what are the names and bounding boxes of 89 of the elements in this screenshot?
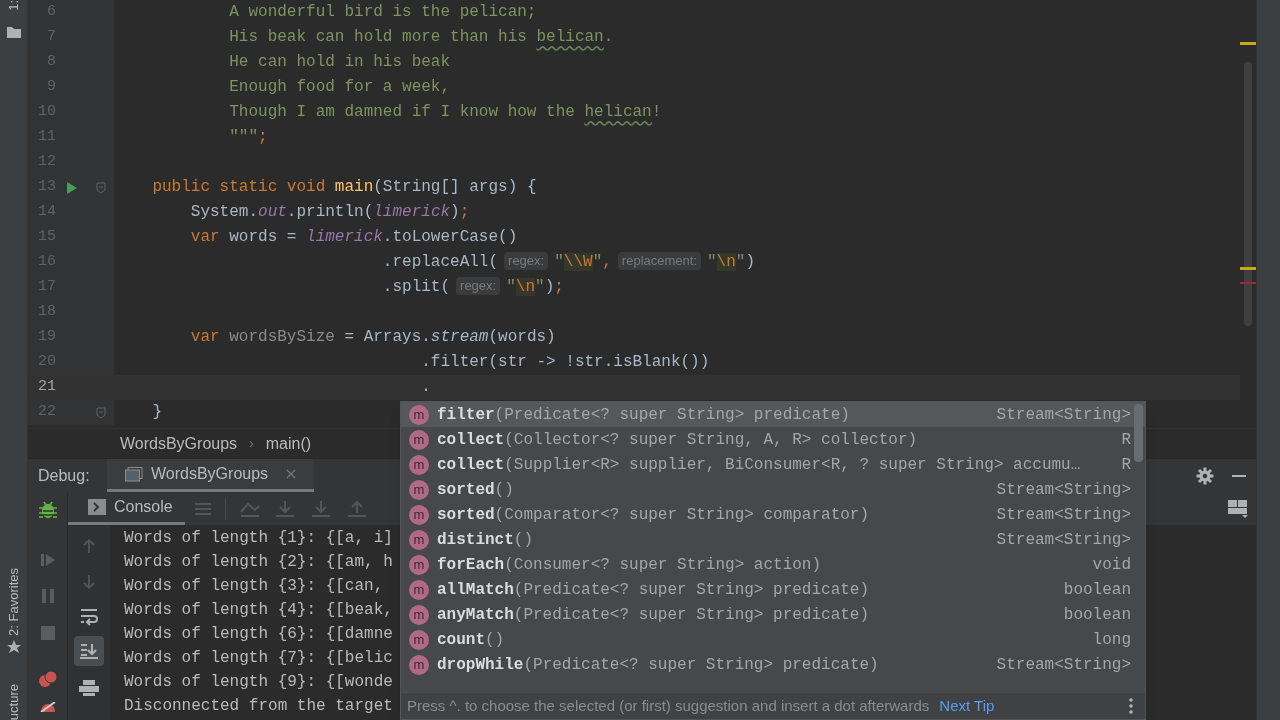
code-line: .replaceAll( regex: "\\W", replacement: "\n")	[381, 251, 756, 273]
warning-marker	[1240, 267, 1256, 270]
console-line: Disconnected from the target	[124, 696, 393, 717]
settings-icon[interactable]	[1196, 466, 1214, 485]
completion-item[interactable]: m sorted(Comparator<? super String> comparator) Stream<String>	[401, 502, 1145, 527]
code-line: A wonderful bird is the pelican;	[228, 2, 537, 23]
completion-item[interactable]: m sorted() Stream<String>	[401, 477, 1145, 502]
code-line: Though I am damned if I know how the helican!	[228, 102, 662, 123]
line-number: 21	[37, 377, 56, 398]
method-icon: m	[409, 429, 429, 450]
menu-icon[interactable]	[194, 501, 211, 516]
code-line: His beak can hold more than his belican.	[228, 27, 614, 48]
completion-item[interactable]: m count() long	[401, 627, 1145, 652]
code-line: public static void main(String[] args) {	[151, 177, 537, 198]
breadcrumb-item[interactable]: WordsByGroups	[120, 431, 238, 456]
scrollbar-thumb[interactable]	[1244, 62, 1252, 326]
up-arrow-icon[interactable]	[347, 499, 366, 518]
code-line: var wordsBySize = Arrays.stream(words)	[189, 327, 556, 348]
window-icon	[125, 466, 143, 482]
stop-icon[interactable]	[40, 626, 55, 640]
scroll-to-end-icon	[80, 643, 98, 659]
breadcrumb-separator: ›	[249, 434, 254, 453]
tool-window-label[interactable]: 1:	[7, 0, 20, 11]
warning-marker	[1240, 42, 1256, 45]
code-line: He can hold in his beak	[228, 52, 451, 73]
resume-icon[interactable]	[39, 552, 56, 568]
folder-icon	[5, 24, 22, 39]
run-icon[interactable]	[66, 180, 78, 195]
method-icon: m	[409, 554, 429, 575]
console-line: Words of length {4}: {[beak,	[124, 600, 393, 621]
scroll-to-end-button[interactable]	[74, 636, 104, 666]
completion-item[interactable]: m dropWhile(Predicate<? super String> predicate) Stream<String>	[401, 652, 1145, 677]
pause-icon[interactable]	[40, 588, 55, 604]
bug-icon	[37, 500, 58, 520]
completion-item[interactable]: m distinct() Stream<String>	[401, 527, 1145, 552]
down-arrow-icon[interactable]	[311, 499, 330, 518]
console-line: Words of length {2}: {[am, h	[124, 552, 393, 573]
curved-arrow-icon[interactable]	[239, 500, 260, 517]
tool-window-label[interactable]: 2: Favorites	[7, 567, 20, 636]
completion-item[interactable]: m collect(Collector<? super String, A, R> collector) R	[401, 427, 1145, 452]
fold-icon[interactable]	[96, 181, 106, 194]
method-icon: m	[409, 604, 429, 625]
method-icon: m	[409, 454, 429, 475]
method-icon: m	[409, 504, 429, 525]
method-icon: m	[409, 654, 429, 675]
close-icon[interactable]	[286, 469, 297, 479]
console-icon	[88, 499, 106, 515]
star-icon	[6, 639, 21, 654]
layout-icon[interactable]	[1228, 499, 1248, 518]
code-line: .split( regex: "\n");	[381, 276, 564, 298]
console-line: Words of length {9}: {[wonde	[124, 672, 393, 693]
hint-text: Press ^. to choose the selected (or first) suggestion and insert a dot afterwards	[407, 695, 930, 716]
code-line: System.out.println(limerick);	[189, 202, 470, 223]
print-icon[interactable]	[79, 680, 99, 696]
method-icon: m	[409, 529, 429, 550]
scrollbar-thumb[interactable]	[1134, 404, 1143, 462]
console-line: Words of length {7}: {[belic	[124, 648, 393, 669]
panel-title: Debug:	[38, 465, 91, 486]
completion-item[interactable]: m filter(Predicate<? super String> predicate) Stream<String>	[401, 402, 1145, 427]
method-icon: m	[409, 629, 429, 650]
code-line: """;	[228, 127, 268, 148]
method-icon: m	[409, 404, 429, 425]
down-arrow-icon[interactable]	[82, 574, 96, 590]
completion-item[interactable]: m allMatch(Predicate<? super String> predicate) boolean	[401, 577, 1145, 602]
code-line: var words = limerick.toLowerCase()	[189, 227, 518, 248]
fold-icon[interactable]	[96, 406, 106, 419]
console-line: Words of length {3}: {[can,	[124, 576, 384, 597]
completion-item[interactable]: m anyMatch(Predicate<? super String> predicate) boolean	[401, 602, 1145, 627]
code-line: }	[151, 402, 162, 423]
more-icon[interactable]	[1129, 698, 1133, 714]
breadcrumb-item[interactable]: main()	[265, 431, 312, 456]
completion-item[interactable]: m forEach(Consumer<? super String> action) void	[401, 552, 1145, 577]
up-arrow-icon[interactable]	[82, 538, 96, 554]
console-line: Words of length {1}: {[a, i]	[124, 528, 393, 549]
code-line: Enough food for a week,	[228, 77, 451, 98]
method-icon: m	[409, 579, 429, 600]
down-arrow-icon[interactable]	[275, 499, 294, 518]
next-tip-link[interactable]: Next Tip	[939, 694, 995, 718]
tool-window-label[interactable]: ucture	[7, 683, 20, 720]
breakpoints-icon[interactable]	[37, 670, 58, 688]
mute-breakpoints-icon[interactable]	[38, 702, 57, 712]
completion-item[interactable]: m collect(Supplier<R> supplier, BiConsumer<R, ? super String> accumu… R	[401, 452, 1145, 477]
code-line: .filter(str -> !str.isBlank())	[420, 352, 710, 373]
console-line: Words of length {6}: {[damne	[124, 624, 393, 645]
code-line: .	[420, 377, 431, 398]
soft-wrap-icon[interactable]	[80, 608, 98, 626]
debug-tab[interactable]: WordsByGroups	[107, 459, 315, 492]
error-marker	[1240, 282, 1256, 284]
method-icon: m	[409, 479, 429, 500]
